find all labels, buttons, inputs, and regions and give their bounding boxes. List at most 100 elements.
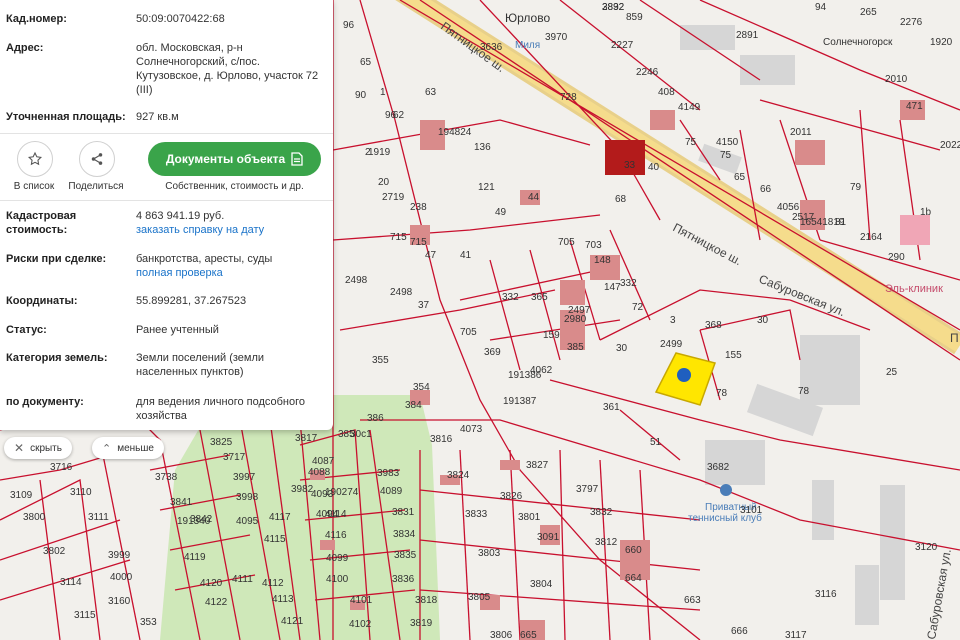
parcel-number-label: 37 (418, 300, 430, 311)
parcel-number-label: 4062 (530, 365, 553, 376)
parcel-number-label: 715 (390, 232, 407, 243)
parcel-number-label: 705 (558, 237, 575, 248)
parcel-number-label: 1919 (368, 147, 391, 158)
parcel-number-label: 3806 (490, 630, 513, 640)
parcel-number-label: 3824 (447, 470, 470, 481)
parcel-number-label: 3835 (394, 550, 417, 561)
parcel-number-label: 2498 (345, 275, 368, 286)
parcel-number-label: 4087 (312, 456, 335, 467)
parcel-number-label: 3841 (170, 497, 193, 508)
parcel-number-label: 265 (860, 7, 877, 18)
parcel-number-label: 96 (343, 20, 355, 31)
add-to-list-button[interactable] (17, 141, 53, 177)
parcel-number-label: 3998 (236, 492, 259, 503)
documents-button-label: Документы объекта (165, 152, 286, 166)
parcel-number-label: 159 (543, 330, 560, 341)
parcel-number-label: 33 (624, 160, 636, 171)
parcel-number-label: 2498 (390, 287, 413, 298)
parcel-number-label: 703 (585, 240, 602, 251)
add-to-list-caption: В список (13, 181, 55, 192)
parcel-number-label: 2719 (382, 192, 405, 203)
cadastral-number-value[interactable]: 50:09:0070422:68 (136, 12, 326, 26)
parcel-number-label: Солнечногорск (823, 37, 893, 48)
parcel-number-label: 3801 (518, 512, 541, 523)
close-icon: ✕ (14, 441, 25, 455)
parcel-number-label: 384 (405, 400, 422, 411)
parcel-number-label: 191387 (503, 396, 537, 407)
parcel-number-label: 4099 (326, 553, 349, 564)
parcel-number-label: 4114 (325, 509, 347, 520)
hide-panel-button[interactable]: ✕ скрыть (4, 437, 72, 459)
documents-subtitle: Собственник, стоимость и др. (165, 181, 304, 192)
parcel-number-label: 4089 (380, 486, 403, 497)
parcel-number-label: 3114 (60, 577, 82, 588)
parcel-number-label: 3803 (478, 548, 501, 559)
parcel-number-label: 3115 (74, 610, 96, 621)
parcel-number-label: 155 (725, 350, 742, 361)
parcel-number-label: 4150 (716, 137, 739, 148)
parcel-number-label: 65 (360, 57, 372, 68)
parcel-number-label: 2164 (860, 232, 883, 243)
parcel-number-label: 4112 (262, 578, 284, 589)
parcel-number-label: 65 (734, 172, 746, 183)
parcel-number-label: 1 (380, 87, 386, 98)
parcel-number-label: 354 (413, 382, 430, 393)
parcel-number-label: 3160 (108, 596, 131, 607)
area-label: Уточненная площадь: (6, 111, 126, 123)
parcel-number-label: 30 (757, 315, 769, 326)
full-check-link[interactable]: полная проверка (136, 267, 223, 279)
parcel-info-panel: Кад.номер: 50:09:0070422:68 Адрес: обл. … (0, 0, 333, 430)
parcel-number-label: 4088 (308, 467, 331, 478)
parcel-number-label: 3636 (480, 42, 503, 53)
parcel-number-label: 705 (460, 327, 477, 338)
parcel-number-label: 365 (531, 292, 548, 303)
parcel-number-label: 3825 (210, 437, 233, 448)
place-mila: Миля (515, 40, 540, 51)
parcel-number-label: 62 (393, 110, 405, 121)
order-certificate-link[interactable]: заказать справку на дату (136, 224, 264, 236)
parcel-number-label: 25 (886, 367, 898, 378)
parcel-number-label: 355 (372, 355, 389, 366)
parcel-number-label: 3101 (740, 505, 763, 516)
star-icon (27, 151, 43, 166)
parcel-number-label: 75 (685, 137, 697, 148)
risks-block: банкротства, аресты, суды полная проверка (136, 252, 326, 280)
parcel-number-label: 369 (484, 347, 501, 358)
parcel-number-label: 2246 (636, 67, 659, 78)
parcel-number-label: 68 (615, 194, 627, 205)
parcel-number-label: 4073 (460, 424, 483, 435)
parcel-number-label: 3805 (468, 592, 491, 603)
parcel-number-label: 3818 (415, 595, 438, 606)
cadastral-value-amount: 4 863 941.19 руб. (136, 210, 225, 222)
parcel-number-label: 664 (625, 573, 642, 584)
parcel-number-label: 408 (658, 87, 675, 98)
share-button[interactable] (79, 141, 115, 177)
parcel-number-label: 4122 (205, 597, 228, 608)
parcel-number-label: 4000 (110, 572, 133, 583)
less-label: меньше (117, 442, 154, 454)
parcel-number-label: 386 (367, 413, 384, 424)
parcel-number-label: 4111 (232, 574, 253, 585)
parcel-number-label: 63 (425, 87, 437, 98)
parcel-number-label: 136 (474, 142, 491, 153)
parcel-number-label: 148 (594, 255, 611, 266)
parcel-number-label: 1920 (930, 37, 953, 48)
parcel-number-label: 72 (632, 302, 644, 313)
by-document-value: для ведения личного подсобного хозяйства (136, 396, 306, 422)
parcel-number-label: 715 (410, 237, 427, 248)
parcel-number-label: 4102 (349, 619, 372, 630)
parcel-number-label: 3682 (707, 462, 730, 473)
parcel-number-label: 3816 (430, 434, 453, 445)
parcel-number-label: 3110 (70, 487, 92, 498)
parcel-number-label: 3997 (233, 472, 256, 483)
parcel-number-label: 190274 (325, 487, 359, 498)
parcel-number-label: 3804 (530, 579, 553, 590)
parcel-number-label: 4113 (272, 594, 294, 605)
documents-button[interactable]: Документы объекта (148, 142, 321, 176)
parcel-number-label: 3 (670, 315, 676, 326)
less-button[interactable]: ⌃ меньше (92, 437, 164, 459)
parcel-number-label: 238 (410, 202, 427, 213)
parcel-number-label: 728 (560, 92, 577, 103)
parcel-number-label: 332 (502, 292, 519, 303)
parcel-number-label: 3116 (815, 589, 837, 600)
